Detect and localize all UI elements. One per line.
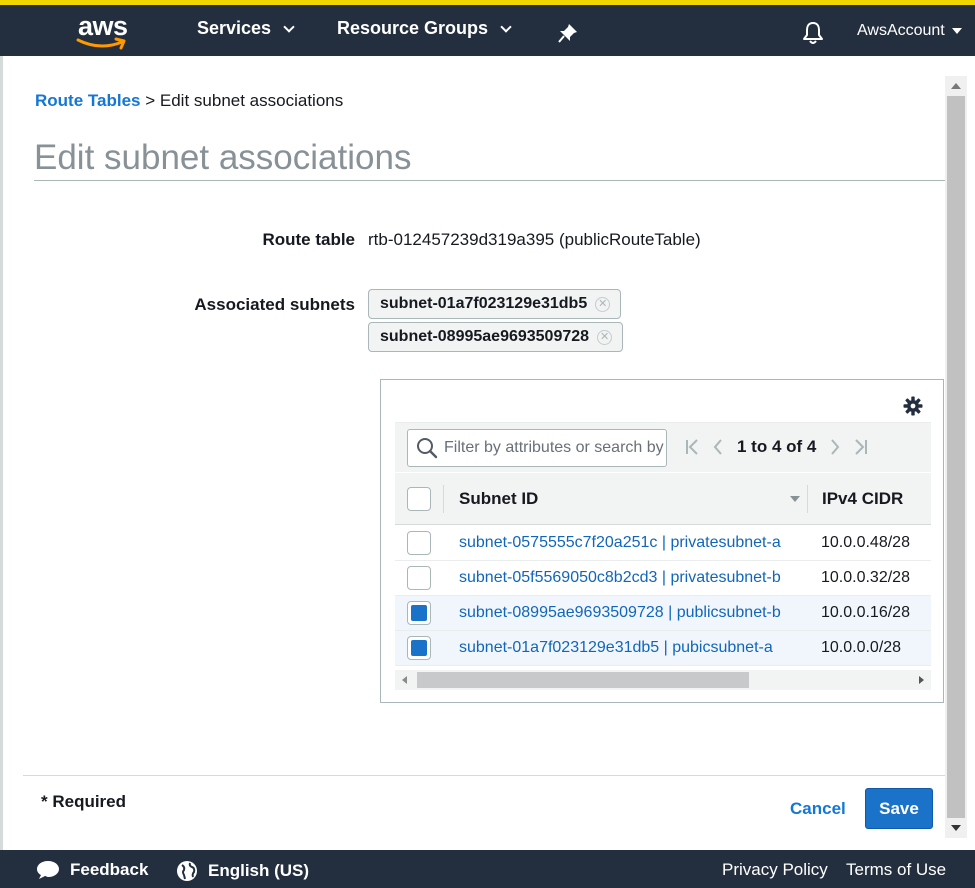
filter-box: [407, 429, 667, 467]
horizontal-scrollbar[interactable]: [395, 670, 931, 690]
vertical-scrollbar[interactable]: [945, 76, 967, 838]
globe-icon: [177, 861, 197, 881]
subnets-table-panel: 1 to 4 of 4 Subnet ID IPv4 CIDR subnet-0…: [380, 379, 944, 703]
row-checkbox[interactable]: [407, 601, 431, 625]
gear-icon[interactable]: [903, 396, 923, 416]
associated-subnet-token-label: subnet-08995ae9693509728: [380, 328, 590, 345]
subnet-id-link[interactable]: subnet-05f5569050c8b2cd3 | privatesubnet…: [459, 569, 795, 587]
pin-icon[interactable]: [558, 23, 578, 43]
resource-groups-menu[interactable]: Resource Groups: [337, 18, 512, 39]
scroll-left-icon[interactable]: [402, 676, 407, 684]
sort-caret-icon[interactable]: [790, 496, 800, 502]
scroll-up-icon[interactable]: [951, 83, 961, 89]
services-label: Services: [197, 18, 272, 38]
vertical-scroll-thumb[interactable]: [947, 96, 965, 818]
page-title: Edit subnet associations: [34, 138, 412, 177]
row-checkbox[interactable]: [407, 636, 431, 660]
footer-divider: [23, 775, 945, 776]
feedback-icon: [37, 861, 59, 879]
select-all-checkbox[interactable]: [407, 487, 431, 511]
horizontal-scroll-thumb[interactable]: [417, 672, 749, 688]
associated-subnet-token: subnet-08995ae9693509728 ✕: [368, 322, 624, 352]
breadcrumb-route-tables-link[interactable]: Route Tables: [35, 91, 140, 110]
chevron-down-icon: [283, 20, 295, 33]
resource-groups-label: Resource Groups: [337, 18, 489, 38]
breadcrumb: Route Tables > Edit subnet associations: [35, 91, 343, 111]
route-table-value: rtb-012457239d319a395 (publicRouteTable): [368, 230, 701, 249]
feedback-label: Feedback: [70, 860, 149, 879]
table-toolbar: 1 to 4 of 4: [395, 422, 931, 472]
privacy-policy-link[interactable]: Privacy Policy: [722, 860, 828, 880]
services-menu[interactable]: Services: [197, 18, 295, 39]
cancel-button[interactable]: Cancel: [782, 797, 854, 821]
column-header-subnet-id[interactable]: Subnet ID: [459, 489, 538, 509]
ipv4-cidr-cell: 10.0.0.0/28: [821, 639, 902, 656]
chevron-down-icon: [500, 20, 512, 33]
table-row[interactable]: subnet-08995ae9693509728 | publicsubnet-…: [395, 596, 931, 631]
table-header: Subnet ID IPv4 CIDR: [395, 473, 931, 525]
required-note: * Required: [41, 792, 127, 811]
next-page-icon[interactable]: [830, 438, 840, 456]
row-checkbox[interactable]: [407, 566, 431, 590]
terms-of-use-label: Terms of Use: [846, 860, 947, 879]
first-page-icon[interactable]: [685, 438, 699, 456]
ipv4-cidr-cell: 10.0.0.48/28: [821, 534, 910, 551]
account-label: AwsAccount: [857, 22, 945, 39]
remove-token-icon[interactable]: ✕: [597, 329, 613, 345]
column-header-ipv4-cidr[interactable]: IPv4 CIDR: [822, 489, 903, 509]
scroll-down-icon[interactable]: [951, 825, 961, 831]
ipv4-cidr-cell: 10.0.0.16/28: [821, 604, 910, 621]
associated-subnet-token-label: subnet-01a7f023129e31db5: [380, 295, 588, 312]
scroll-right-icon[interactable]: [919, 676, 924, 684]
breadcrumb-current: Edit subnet associations: [159, 91, 344, 110]
account-menu[interactable]: AwsAccount: [857, 22, 962, 40]
associated-subnet-token: subnet-01a7f023129e31db5 ✕: [368, 289, 622, 319]
remove-token-icon[interactable]: ✕: [595, 296, 611, 312]
top-navigation: aws Services Resource Groups AwsAccount: [0, 0, 975, 56]
pagination-text: 1 to 4 of 4: [737, 437, 817, 456]
table-row[interactable]: subnet-0575555c7f20a251c | privatesubnet…: [395, 526, 931, 561]
route-table-label: Route table: [262, 230, 355, 249]
row-checkbox[interactable]: [407, 531, 431, 555]
bell-icon[interactable]: [802, 21, 824, 45]
prev-page-icon[interactable]: [713, 438, 723, 456]
associated-subnets-label: Associated subnets: [194, 295, 355, 314]
title-divider: [34, 180, 945, 181]
terms-of-use-link[interactable]: Terms of Use: [846, 860, 946, 880]
pagination: 1 to 4 of 4: [685, 437, 868, 457]
ipv4-cidr-cell: 10.0.0.32/28: [821, 569, 910, 586]
left-edge-divider: [0, 56, 3, 850]
last-page-icon[interactable]: [854, 438, 868, 456]
logo-smile-icon: [76, 37, 126, 50]
aws-logo-icon[interactable]: aws: [76, 11, 132, 53]
language-selector[interactable]: English (US): [176, 860, 309, 882]
language-label: English (US): [208, 861, 310, 880]
bottom-bar: Feedback English (US) Privacy Policy Ter…: [0, 850, 975, 888]
privacy-policy-label: Privacy Policy: [722, 860, 828, 879]
column-separator: [443, 485, 444, 513]
save-button[interactable]: Save: [865, 788, 933, 829]
breadcrumb-separator: >: [145, 91, 156, 110]
caret-down-icon: [951, 28, 962, 34]
table-row[interactable]: subnet-01a7f023129e31db5 | pubicsubnet-a…: [395, 631, 931, 666]
subnet-id-link[interactable]: subnet-01a7f023129e31db5 | pubicsubnet-a: [459, 639, 795, 657]
search-icon: [417, 438, 438, 459]
subnet-id-link[interactable]: subnet-0575555c7f20a251c | privatesubnet…: [459, 534, 795, 552]
subnet-id-link[interactable]: subnet-08995ae9693509728 | publicsubnet-…: [459, 604, 795, 622]
table-row[interactable]: subnet-05f5569050c8b2cd3 | privatesubnet…: [395, 561, 931, 596]
column-separator: [807, 485, 808, 513]
filter-input[interactable]: [444, 439, 664, 457]
feedback-link[interactable]: Feedback: [36, 860, 148, 880]
